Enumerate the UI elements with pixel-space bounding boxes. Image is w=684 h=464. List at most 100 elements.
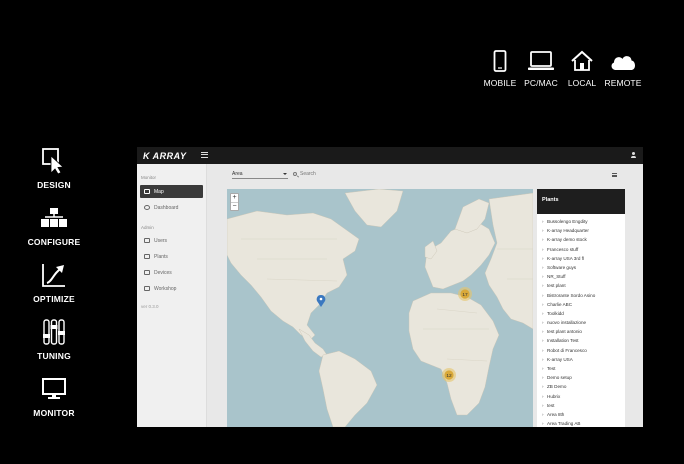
- plant-list-item[interactable]: › Software guys: [542, 263, 625, 272]
- configure-icon: [41, 208, 67, 227]
- zoom-control: + −: [230, 193, 239, 211]
- world-map[interactable]: 17 12 + −: [227, 189, 533, 427]
- sidebar-item-dashboard[interactable]: Dashboard: [140, 201, 203, 214]
- map-icon: [144, 189, 150, 194]
- plant-list-item[interactable]: › Demo setup: [542, 373, 625, 382]
- plants-panel-title: Plants: [537, 189, 625, 214]
- area-select[interactable]: Area: [232, 171, 288, 179]
- plant-list-item[interactable]: › Area Trading AB: [542, 419, 625, 427]
- cluster-count: 12: [446, 373, 452, 379]
- plant-name: K-array demo stock: [547, 237, 587, 243]
- plant-name: Area Trading AB: [547, 421, 581, 427]
- map-toolbar: Area Search: [207, 164, 643, 182]
- plant-list-item[interactable]: › ZB Demo: [542, 382, 625, 391]
- plant-name: Area 8th: [547, 411, 565, 417]
- search-input[interactable]: Search: [293, 171, 316, 177]
- plant-name: Charlie ABC: [547, 301, 573, 307]
- app-version: ver 0.3.0: [141, 304, 159, 309]
- plant-name: K-array USA 3rd fl: [547, 255, 585, 261]
- plant-name: Test: [547, 366, 556, 371]
- platform-local: LOCAL: [562, 46, 602, 88]
- plant-list-item[interactable]: › Francesco stuff: [542, 245, 625, 254]
- sidebar-item-devices[interactable]: Devices: [140, 266, 203, 279]
- plant-list-item[interactable]: › K-array USA: [542, 355, 625, 364]
- plant-list-item[interactable]: › test plant: [542, 281, 625, 290]
- plant-list-item[interactable]: › Bussolengo Engdity: [542, 217, 625, 226]
- plant-name: Toolkidd: [547, 310, 564, 316]
- chevron-down-icon: [283, 173, 287, 175]
- sidebar-item-label: Plants: [154, 253, 168, 260]
- plants-icon: [144, 254, 150, 259]
- plant-name: Francesco stuff: [547, 246, 579, 252]
- sidebar-section-admin: Admin: [141, 225, 154, 230]
- platform-mobile: MOBILE: [480, 46, 520, 88]
- plant-list-item[interactable]: › test plant antonio: [542, 327, 625, 336]
- search-placeholder: Search: [300, 171, 316, 177]
- feature-monitor: MONITOR: [22, 374, 86, 431]
- platform-label: MOBILE: [483, 78, 517, 88]
- design-icon: [42, 148, 64, 175]
- plant-list-item[interactable]: › test: [542, 401, 625, 410]
- plant-list-item[interactable]: › K-array USA 3rd fl: [542, 254, 625, 263]
- feature-label: TUNING: [37, 351, 71, 361]
- feature-label: OPTIMIZE: [33, 294, 75, 304]
- zoom-out-button[interactable]: −: [231, 202, 238, 210]
- plant-list-item[interactable]: › nuovo installazione: [542, 318, 625, 327]
- plants-panel: Plants › Bussolengo Engdity › K-array Headq…: [537, 189, 625, 427]
- plant-list-item[interactable]: › K-array Headquarter: [542, 226, 625, 235]
- map-cluster-africa[interactable]: 12: [442, 368, 456, 382]
- cluster-count: 17: [462, 292, 468, 298]
- plant-list-item[interactable]: › NR_Stuff: [542, 272, 625, 281]
- sidebar-item-label: Users: [154, 237, 168, 244]
- plant-list-item[interactable]: › Area 8th: [542, 410, 625, 419]
- plant-list-item[interactable]: › K-array demo stock: [542, 235, 625, 244]
- feature-list: DESIGN CONFIGURE OPTIMIZE TUNING MONITOR: [22, 146, 86, 431]
- tuning-icon: [43, 319, 65, 345]
- plant-list-item[interactable]: › Charlie ABC: [542, 300, 625, 309]
- k-array-logo: K ARRAY: [143, 150, 187, 161]
- plant-list-item[interactable]: › Installation Test: [542, 336, 625, 345]
- sidebar: Monitor Map Dashboard Admin Users Plants…: [137, 164, 207, 427]
- plant-list-item[interactable]: › Robot di Francesco: [542, 346, 625, 355]
- user-icon[interactable]: [631, 152, 636, 158]
- plant-name: Software guys: [547, 264, 577, 270]
- sidebar-section-monitor: Monitor: [141, 175, 157, 180]
- optimize-icon: [42, 264, 65, 287]
- devices-icon: [144, 270, 150, 275]
- plant-name: test plant: [547, 283, 566, 289]
- plant-list-item[interactable]: › Hubrix: [542, 392, 625, 401]
- sidebar-item-workshop[interactable]: Workshop: [140, 282, 203, 295]
- laptop-icon: [528, 51, 554, 70]
- cloud-icon: [611, 56, 635, 70]
- feature-label: MONITOR: [33, 408, 75, 418]
- app-window: K ARRAY Monitor Map Dashboard Admin User…: [137, 147, 643, 427]
- plant-list-item[interactable]: › Toolkidd: [542, 309, 625, 318]
- sidebar-item-users[interactable]: Users: [140, 234, 203, 247]
- platform-label: REMOTE: [604, 78, 642, 88]
- plant-name: Installation Test: [547, 338, 579, 344]
- users-icon: [144, 238, 150, 243]
- plant-name: test: [547, 402, 555, 408]
- zoom-in-button[interactable]: +: [231, 194, 238, 202]
- feature-label: CONFIGURE: [27, 237, 81, 247]
- platform-pcmac: PC/MAC: [520, 46, 562, 88]
- platform-label: PC/MAC: [524, 78, 558, 88]
- plant-name: nuovo installazione: [547, 320, 587, 326]
- sidebar-item-label: Workshop: [154, 285, 177, 292]
- home-icon: [571, 50, 593, 71]
- plant-name: K-array Headquarter: [547, 228, 589, 234]
- monitor-icon: [42, 378, 66, 399]
- dashboard-icon: [144, 205, 150, 210]
- search-icon: [293, 172, 297, 176]
- plant-name: Bistrorante Sordo Asino: [547, 292, 596, 298]
- plant-list-item[interactable]: › Bistrorante Sordo Asino: [542, 291, 625, 300]
- plant-list-item[interactable]: › Test: [542, 364, 625, 373]
- feature-configure: CONFIGURE: [22, 203, 86, 260]
- sidebar-item-plants[interactable]: Plants: [140, 250, 203, 263]
- list-menu-icon[interactable]: [612, 173, 617, 177]
- sidebar-item-map[interactable]: Map: [140, 185, 203, 198]
- plants-list: › Bussolengo Engdity › K-array Headquarter ›…: [537, 214, 625, 427]
- main-content: Area Search 17 12 + − Plants › Bussoleng…: [207, 164, 643, 427]
- hamburger-menu-icon[interactable]: [201, 152, 208, 158]
- map-cluster-europe[interactable]: 17: [458, 287, 472, 301]
